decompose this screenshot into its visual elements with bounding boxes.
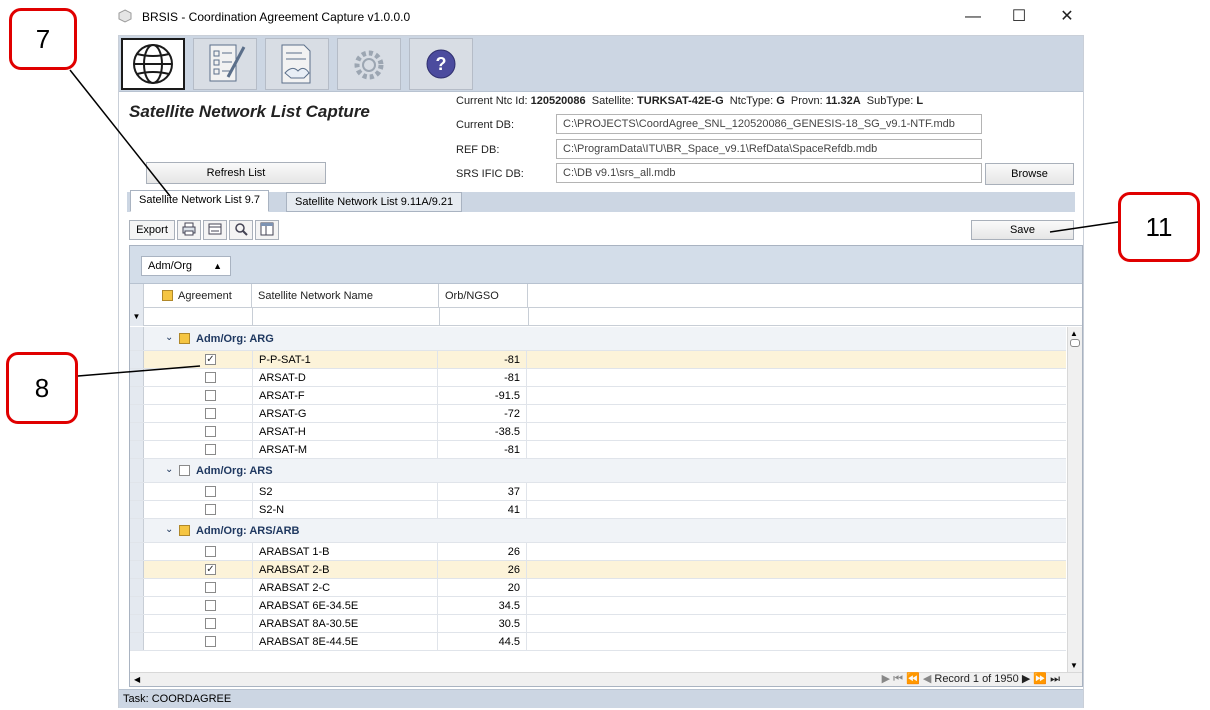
callout-lines — [69, 69, 1119, 377]
callout-7: 7 — [9, 8, 77, 70]
callout-8: 8 — [6, 352, 78, 424]
callout-11: 11 — [1118, 192, 1200, 262]
